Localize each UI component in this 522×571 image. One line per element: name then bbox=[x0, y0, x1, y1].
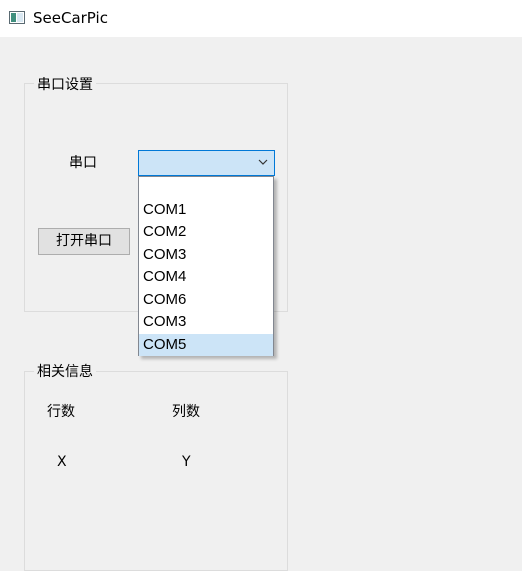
dropdown-option[interactable]: COM3 bbox=[139, 244, 273, 266]
title-bar[interactable]: SeeCarPic bbox=[0, 0, 522, 37]
info-legend: 相关信息 bbox=[34, 364, 96, 380]
serial-settings-legend: 串口设置 bbox=[34, 77, 96, 93]
dropdown-option[interactable]: COM6 bbox=[139, 289, 273, 311]
port-label: 串口 bbox=[69, 155, 97, 171]
chevron-down-icon bbox=[258, 159, 268, 165]
y-value: Y bbox=[182, 454, 191, 470]
dropdown-option-empty[interactable] bbox=[139, 177, 273, 199]
dropdown-option[interactable]: COM2 bbox=[139, 221, 273, 243]
window-title: SeeCarPic bbox=[33, 9, 108, 27]
dropdown-option[interactable]: COM4 bbox=[139, 266, 273, 288]
x-value: X bbox=[57, 454, 67, 470]
port-dropdown-list[interactable]: COM1 COM2 COM3 COM4 COM6 COM3 COM5 bbox=[138, 176, 274, 356]
app-window-icon bbox=[9, 11, 25, 24]
port-combobox[interactable] bbox=[138, 150, 275, 176]
dropdown-option[interactable]: COM1 bbox=[139, 199, 273, 221]
info-group bbox=[24, 371, 288, 571]
dropdown-option-selected[interactable]: COM5 bbox=[139, 334, 273, 356]
rows-label: 行数 bbox=[47, 404, 75, 420]
open-port-button[interactable]: 打开串口 bbox=[38, 228, 130, 255]
cols-label: 列数 bbox=[172, 404, 200, 420]
dropdown-option[interactable]: COM3 bbox=[139, 311, 273, 333]
